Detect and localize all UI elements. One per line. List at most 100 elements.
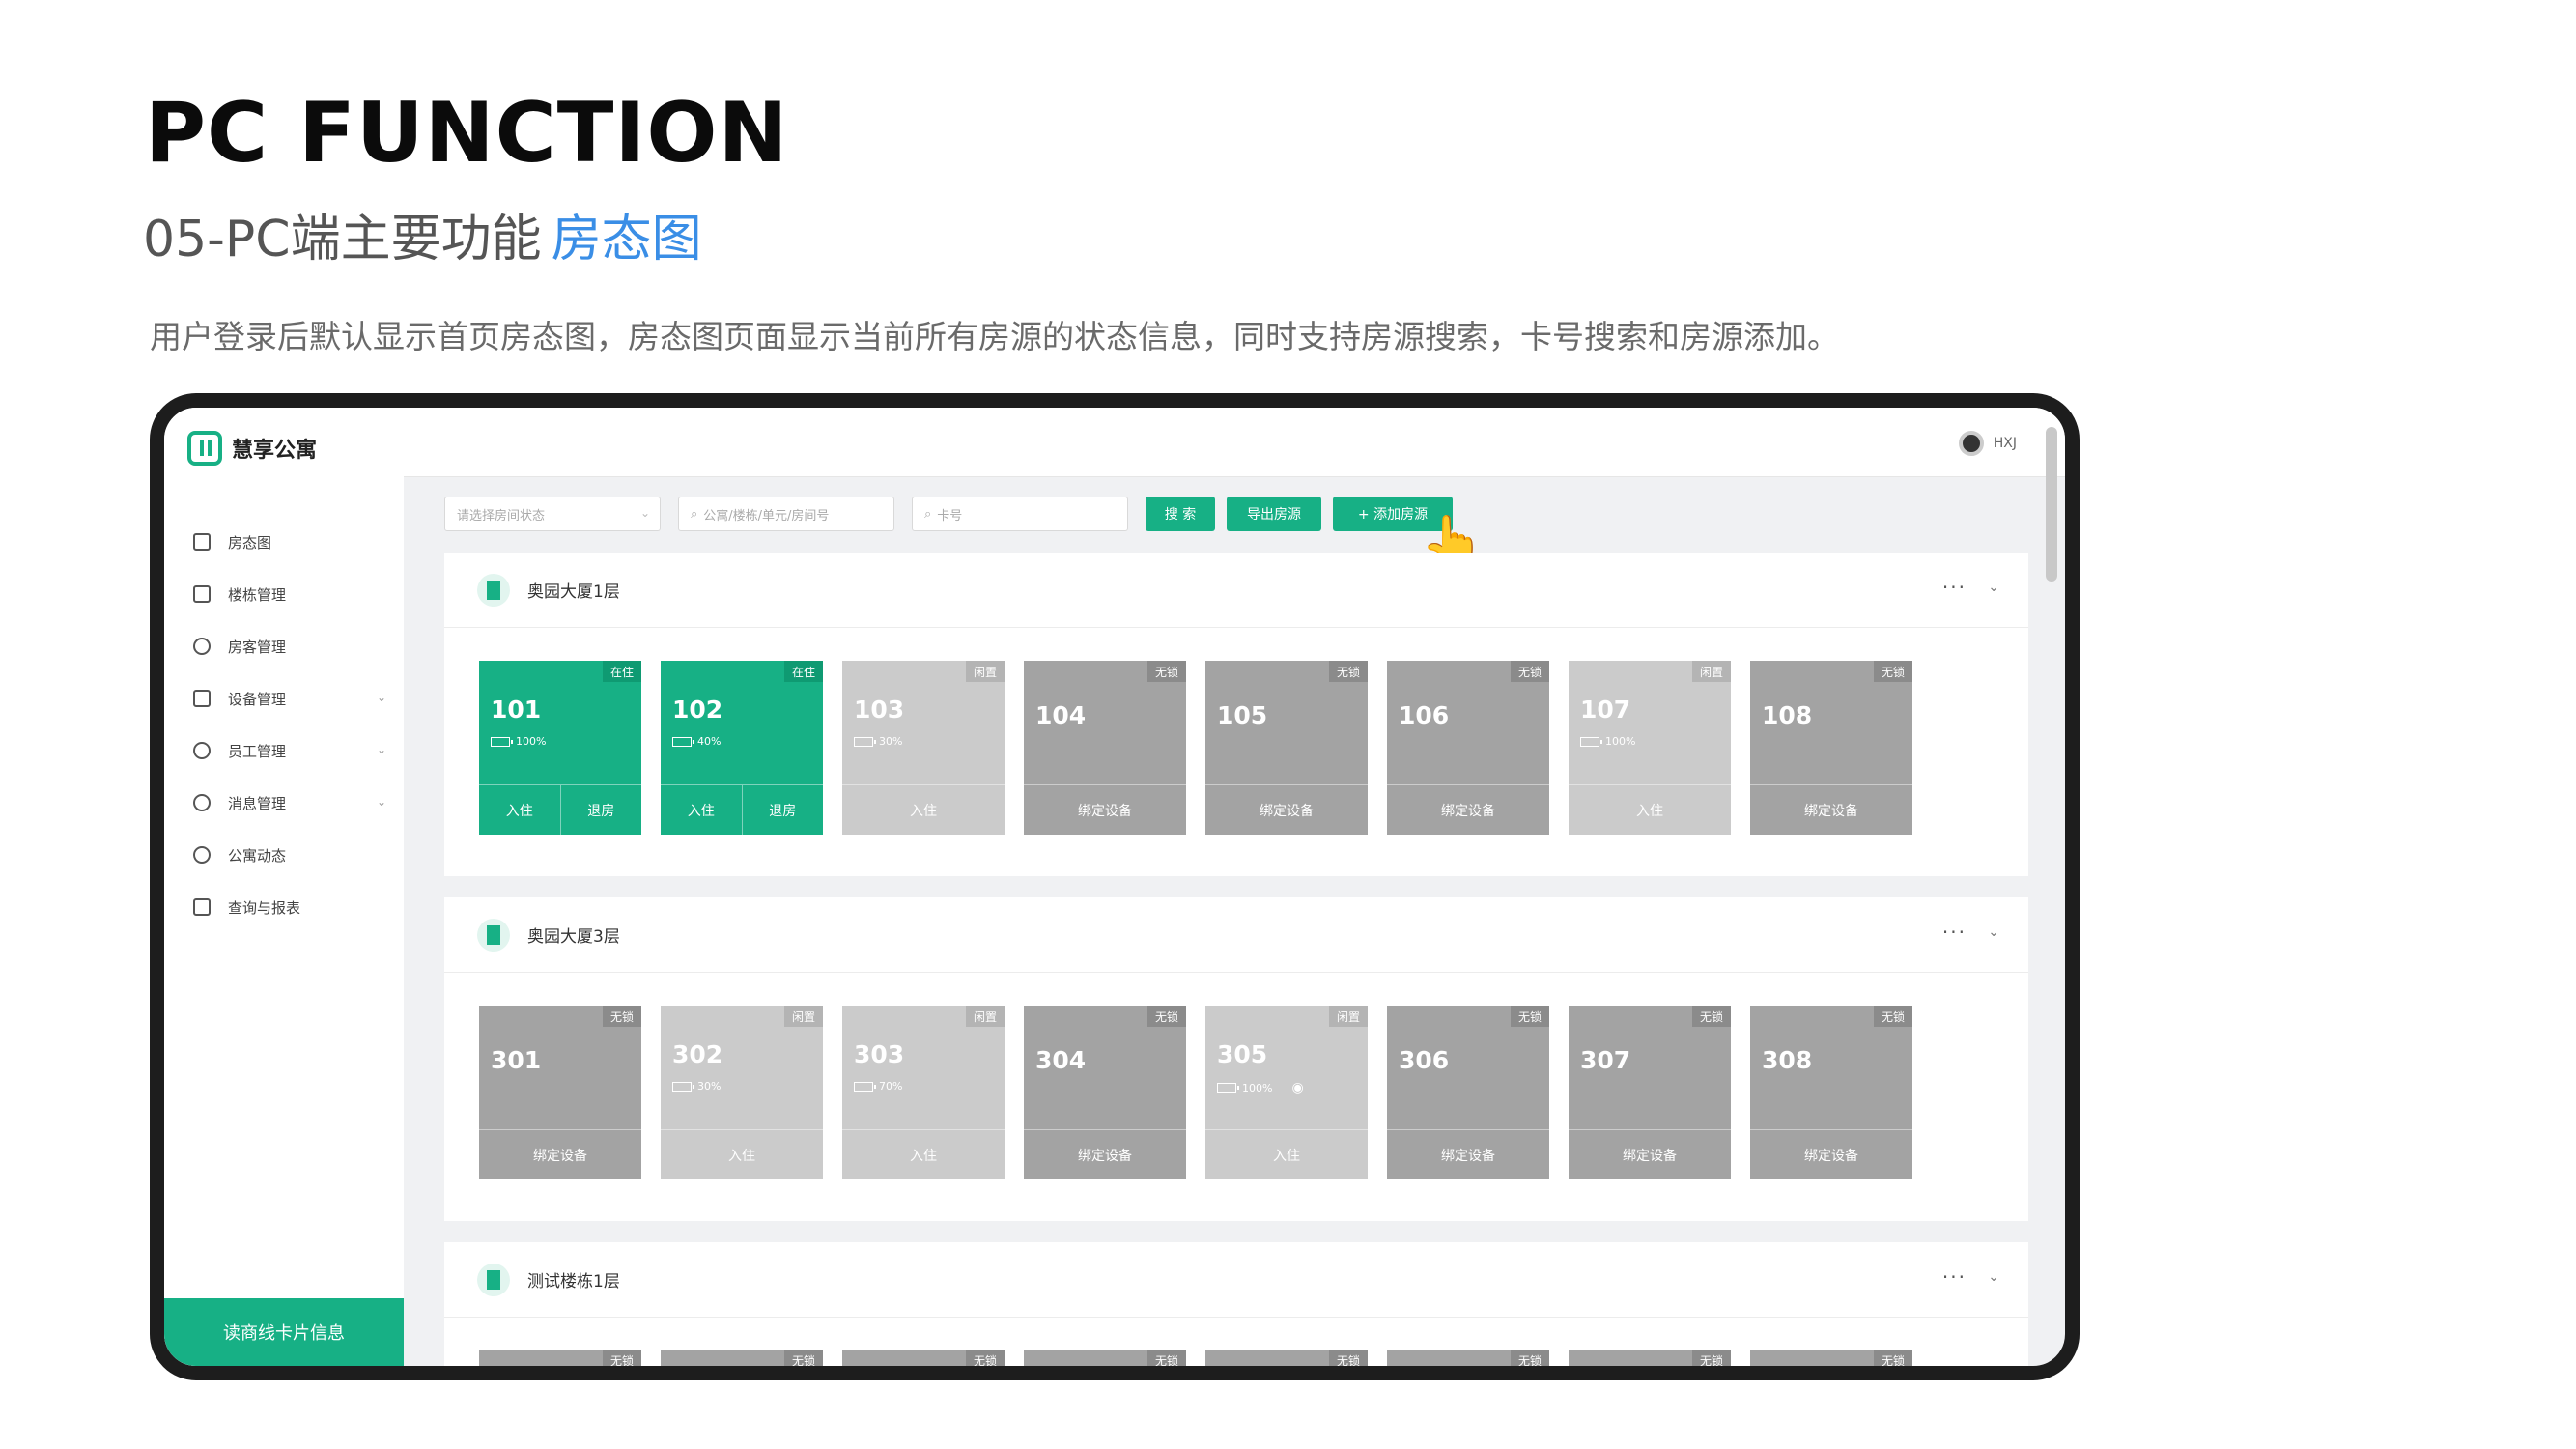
sidebar-item-reports[interactable]: 查询与报表 [193,881,386,933]
status-badge: 无锁 [1147,1350,1186,1366]
room-card[interactable]: 无锁 106 绑定设备 [1387,661,1549,835]
sidebar-item-staff[interactable]: 员工管理 ⌄ [193,724,386,777]
room-actions: 入住 退房 [479,784,641,835]
room-actions: 绑定设备 [1750,784,1912,835]
room-number: 104 [1035,701,1087,729]
room-card[interactable]: 无锁 [842,1350,1005,1366]
room-status-select[interactable]: 请选择房间状态 ⌄ [444,497,661,531]
room-card[interactable]: 无锁 105 绑定设备 [1205,661,1368,835]
export-rooms-button[interactable]: 导出房源 [1227,497,1321,531]
bind-device-button[interactable]: 绑定设备 [1387,1130,1549,1179]
chevron-down-icon[interactable]: ⌄ [1988,1269,1999,1285]
check-in-button[interactable]: 入住 [479,785,560,835]
bind-device-button[interactable]: 绑定设备 [479,1130,641,1179]
sidebar-item-room-status[interactable]: 房态图 [193,516,386,568]
status-badge: 无锁 [603,1350,641,1366]
room-card[interactable]: 无锁 [1750,1350,1912,1366]
room-card[interactable]: 闲置 103 30% 入住 [842,661,1005,835]
room-card[interactable]: 无锁 [661,1350,823,1366]
bind-device-button[interactable]: 绑定设备 [1387,785,1549,835]
avatar [1958,431,1984,456]
check-out-button[interactable]: 退房 [741,785,824,835]
sidebar-item-news[interactable]: 公寓动态 [193,829,386,881]
check-in-button[interactable]: 入住 [842,1130,1005,1179]
room-grid: 无锁 无锁 无锁 无锁 无锁 无锁 无锁 无锁 [479,1350,1912,1366]
room-card[interactable]: 闲置 305 100% ◉ 入住 [1205,1006,1368,1179]
chevron-down-icon[interactable]: ⌄ [1988,924,1999,940]
sidebar-item-label: 员工管理 [228,742,287,760]
more-icon[interactable]: ··· [1942,576,1967,599]
battery-value: 100% [1242,1081,1273,1094]
search-input[interactable]: ⌕ 公寓/楼栋/单元/房间号 [678,497,894,531]
room-number: 307 [1580,1046,1631,1074]
battery-value: 70% [879,1080,903,1093]
room-actions: 绑定设备 [1024,1129,1186,1179]
read-card-button[interactable]: 读商线卡片信息 [164,1298,404,1366]
chevron-down-icon[interactable]: ⌄ [1988,580,1999,595]
brand[interactable]: 慧享公寓 [187,431,317,466]
slide-title: PC FUNCTION [145,85,789,182]
room-card[interactable]: 闲置 303 70% 入住 [842,1006,1005,1179]
status-badge: 闲置 [1692,661,1731,682]
bind-device-button[interactable]: 绑定设备 [1750,1130,1912,1179]
check-out-button[interactable]: 退房 [559,785,642,835]
room-card[interactable]: 无锁 108 绑定设备 [1750,661,1912,835]
battery-icon [491,736,513,747]
room-card[interactable]: 无锁 [1569,1350,1731,1366]
room-card[interactable]: 无锁 [479,1350,641,1366]
bind-device-button[interactable]: 绑定设备 [1569,1130,1731,1179]
check-in-button[interactable]: 入住 [1569,785,1731,835]
room-card[interactable]: 无锁 304 绑定设备 [1024,1006,1186,1179]
room-card[interactable]: 无锁 [1205,1350,1368,1366]
floor-panel-header: 奥园大厦3层 ··· ⌄ [444,897,2028,973]
sidebar-item-label: 设备管理 [228,690,287,708]
room-card[interactable]: 无锁 307 绑定设备 [1569,1006,1731,1179]
room-card[interactable]: 在住 102 40% 入住 退房 [661,661,823,835]
room-actions: 入住 退房 [661,784,823,835]
sidebar-item-devices[interactable]: 设备管理 ⌄ [193,672,386,724]
search-button[interactable]: 搜 索 [1146,497,1215,531]
more-icon[interactable]: ··· [1942,921,1967,944]
sidebar-item-buildings[interactable]: 楼栋管理 [193,568,386,620]
room-card[interactable]: 无锁 [1024,1350,1186,1366]
room-card[interactable]: 无锁 [1387,1350,1549,1366]
bind-device-button[interactable]: 绑定设备 [1205,785,1368,835]
room-card[interactable]: 闲置 302 30% 入住 [661,1006,823,1179]
floor-title: 测试楼栋1层 [527,1272,620,1292]
scrollbar[interactable] [2046,427,2057,582]
bind-device-button[interactable]: 绑定设备 [1024,785,1186,835]
check-in-button[interactable]: 入住 [1205,1130,1368,1179]
battery-level: 70% [854,1080,902,1093]
user-name: HXJ [1993,436,2017,451]
bind-device-button[interactable]: 绑定设备 [1024,1130,1186,1179]
status-badge: 无锁 [1511,1006,1549,1027]
room-card[interactable]: 无锁 104 绑定设备 [1024,661,1186,835]
room-card[interactable]: 在住 101 100% 入住 退房 [479,661,641,835]
bind-device-button[interactable]: 绑定设备 [1750,785,1912,835]
room-card[interactable]: 无锁 301 绑定设备 [479,1006,641,1179]
subtitle-accent: 房态图 [551,211,702,269]
wifi-icon: ◉ [1291,1080,1304,1095]
card-number-input[interactable]: ⌕ 卡号 [912,497,1128,531]
room-card[interactable]: 无锁 308 绑定设备 [1750,1006,1912,1179]
more-icon[interactable]: ··· [1942,1265,1967,1289]
check-in-button[interactable]: 入住 [842,785,1005,835]
brand-name: 慧享公寓 [232,439,318,463]
chevron-down-icon: ⌄ [376,691,386,704]
room-status-placeholder: 请选择房间状态 [457,508,546,524]
status-badge: 无锁 [603,1006,641,1027]
search-placeholder: 公寓/楼栋/单元/房间号 [703,508,830,524]
sidebar-item-messages[interactable]: 消息管理 ⌄ [193,777,386,829]
sidebar-item-tenants[interactable]: 房客管理 [193,620,386,672]
room-number: 308 [1762,1046,1813,1074]
room-card[interactable]: 无锁 306 绑定设备 [1387,1006,1549,1179]
check-in-button[interactable]: 入住 [661,785,742,835]
floor-panel-header: 测试楼栋1层 ··· ⌄ [444,1242,2028,1318]
status-badge: 无锁 [1692,1006,1731,1027]
room-actions: 绑定设备 [479,1129,641,1179]
check-in-button[interactable]: 入住 [661,1130,823,1179]
room-actions: 绑定设备 [1387,1129,1549,1179]
room-card[interactable]: 闲置 107 100% 入住 [1569,661,1731,835]
status-badge: 无锁 [784,1350,823,1366]
user-menu[interactable]: HXJ [1958,431,2017,456]
